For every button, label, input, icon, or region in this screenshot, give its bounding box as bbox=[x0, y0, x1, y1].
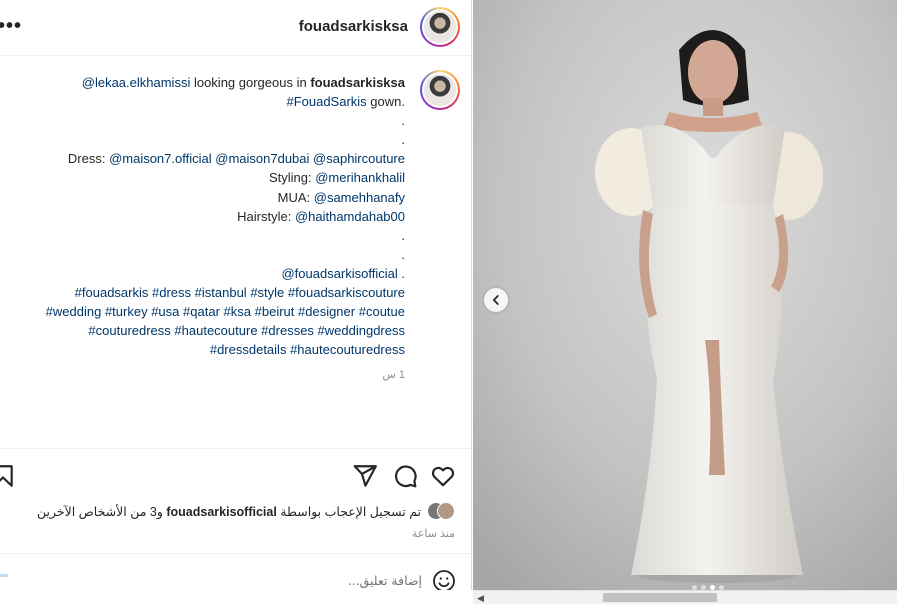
hashtag-link[interactable]: #fouadsarkis bbox=[75, 285, 149, 300]
hashtag-link[interactable]: #couturedress bbox=[88, 323, 170, 338]
hashtag-link[interactable]: #hautecouture bbox=[174, 323, 257, 338]
hashtag-link[interactable]: #beirut bbox=[255, 304, 295, 319]
previous-image-button[interactable] bbox=[484, 288, 508, 312]
likes-text[interactable]: تم تسجيل الإعجاب بواسطة fouadsarkisoffic… bbox=[37, 504, 421, 519]
caption-brand-link[interactable]: fouadsarkisksa bbox=[310, 75, 405, 90]
hashtag-link[interactable]: #dresses bbox=[261, 323, 314, 338]
horizontal-scrollbar[interactable]: ◀ bbox=[473, 590, 897, 604]
caption-line: Dress: @maison7.official @maison7dubai @… bbox=[67, 151, 405, 167]
post-time[interactable]: منذ ساعة bbox=[412, 527, 455, 540]
hashtag-link[interactable]: #wedding bbox=[46, 304, 102, 319]
hashtag-line: #fouadsarkis #dress #istanbul #style #fo… bbox=[0, 283, 405, 302]
scroll-left-arrow-icon[interactable]: ◀ bbox=[477, 593, 484, 604]
mention-link[interactable]: @maison7dubai bbox=[215, 151, 309, 166]
hashtag-link[interactable]: #hautecouturedress bbox=[290, 342, 405, 357]
caption-timestamp[interactable]: 1 س bbox=[382, 368, 405, 381]
hashtag-line: #dressdetails #hautecouturedress bbox=[0, 340, 405, 359]
avatar[interactable] bbox=[420, 7, 460, 47]
hashtag-link[interactable]: #coutue bbox=[359, 304, 405, 319]
add-comment-bar bbox=[0, 553, 471, 590]
caption-line: MUA: @samehhanafy bbox=[277, 189, 405, 205]
paper-plane-icon[interactable] bbox=[352, 463, 378, 489]
scrollbar-thumb[interactable] bbox=[603, 593, 717, 602]
mention-link[interactable]: @lekaa.elkhamissi bbox=[82, 75, 191, 90]
post-caption: @lekaa.elkhamissi looking gorgeous in fo… bbox=[0, 73, 405, 359]
post-image[interactable] bbox=[473, 0, 897, 590]
hashtag-link[interactable]: #dress bbox=[152, 285, 191, 300]
mention-link[interactable]: @samehhanafy bbox=[314, 190, 405, 205]
hashtag-link[interactable]: #style bbox=[250, 285, 284, 300]
hashtag-link[interactable]: #turkey bbox=[105, 304, 148, 319]
header-username[interactable]: fouadsarkisksa bbox=[299, 18, 408, 35]
caption-dot: . bbox=[401, 132, 405, 148]
hashtag-line: #wedding #turkey #usa #qatar #ksa #beiru… bbox=[0, 302, 405, 321]
caption-line: Hairstyle: @haithamdahab00 bbox=[237, 208, 405, 224]
hashtag-link[interactable]: #fouadsarkiscouture bbox=[288, 285, 405, 300]
hashtag-line: #couturedress #hautecouture #dresses #we… bbox=[0, 321, 405, 340]
mention-link[interactable]: @merihankhalil bbox=[315, 170, 405, 185]
avatar-image bbox=[424, 74, 456, 106]
hashtag-link[interactable]: #istanbul bbox=[195, 285, 247, 300]
hashtag-link[interactable]: #dressdetails bbox=[210, 342, 287, 357]
hashtag-link[interactable]: #designer bbox=[298, 304, 355, 319]
heart-icon[interactable] bbox=[430, 463, 456, 489]
mention-link[interactable]: @haithamdahab00 bbox=[295, 209, 405, 224]
caption-line: @fouadsarkisofficial . bbox=[281, 265, 405, 281]
comment-input[interactable] bbox=[122, 567, 422, 590]
hashtag-link[interactable]: #FouadSarkis bbox=[286, 94, 366, 109]
caption-line: Styling: @merihankhalil bbox=[268, 170, 405, 186]
caption-dot: . bbox=[401, 113, 405, 129]
liker-avatars[interactable] bbox=[427, 502, 455, 520]
avatar bbox=[437, 502, 455, 520]
dress-photo bbox=[473, 0, 897, 590]
caption-line: #FouadSarkis gown. bbox=[286, 94, 405, 110]
more-horizontal-icon[interactable]: ••• bbox=[0, 16, 22, 36]
mention-link[interactable]: @maison7.official bbox=[109, 151, 212, 166]
hashtag-link[interactable]: #usa bbox=[151, 304, 179, 319]
comment-icon[interactable] bbox=[392, 463, 418, 489]
avatar-image bbox=[424, 11, 456, 43]
hashtag-link[interactable]: #weddingdress bbox=[318, 323, 405, 338]
caption-dot: . bbox=[401, 246, 405, 262]
hashtag-link[interactable]: #qatar bbox=[183, 304, 220, 319]
bookmark-icon[interactable] bbox=[0, 463, 16, 489]
smiley-icon[interactable] bbox=[432, 569, 456, 590]
mention-link[interactable]: @fouadsarkisofficial bbox=[281, 266, 397, 281]
hashtag-link[interactable]: #ksa bbox=[224, 304, 251, 319]
liker-username[interactable]: fouadsarkisofficial bbox=[166, 505, 276, 519]
post-header: ••• fouadsarkisksa bbox=[0, 0, 471, 56]
caption-avatar[interactable] bbox=[420, 70, 460, 110]
post-actions-bar bbox=[0, 448, 471, 500]
caption-line: @lekaa.elkhamissi looking gorgeous in fo… bbox=[81, 75, 405, 90]
post-details-panel: ••• fouadsarkisksa @lekaa.elkhamissi loo… bbox=[0, 0, 472, 590]
caption-dot: . bbox=[401, 227, 405, 243]
chevron-left-icon bbox=[492, 295, 499, 305]
likes-summary: تم تسجيل الإعجاب بواسطة fouadsarkisoffic… bbox=[37, 500, 455, 522]
post-button[interactable] bbox=[0, 574, 8, 577]
mention-link[interactable]: @saphircouture bbox=[313, 151, 405, 166]
